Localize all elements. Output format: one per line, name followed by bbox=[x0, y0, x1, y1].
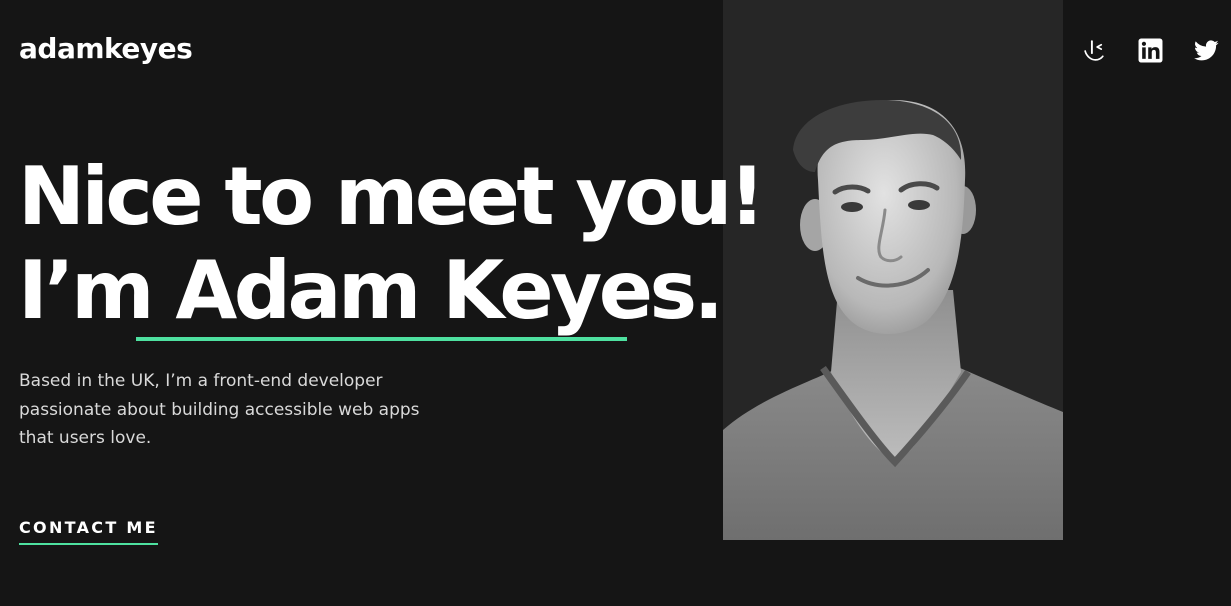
hero-heading-line-2: I’m Adam Keyes. bbox=[18, 244, 762, 338]
portrait-illustration bbox=[723, 0, 1063, 540]
site-logo[interactable]: adamkeyes bbox=[19, 32, 193, 65]
profile-photo bbox=[723, 0, 1063, 540]
linkedin-link[interactable] bbox=[1138, 38, 1163, 63]
portfolio-page: adamkeyes Nice to meet you! I’m Adam Key… bbox=[0, 0, 1231, 606]
intro-text: Based in the UK, I’m a front-end develop… bbox=[19, 371, 420, 448]
twitter-icon bbox=[1194, 40, 1219, 61]
frontend-mentor-icon bbox=[1084, 40, 1104, 61]
frontend-mentor-link[interactable] bbox=[1082, 38, 1107, 63]
hero-heading-line-1: Nice to meet you! bbox=[18, 150, 765, 243]
hero-heading: Nice to meet you! I’m Adam Keyes. bbox=[18, 150, 765, 338]
hero-heading-prefix: I’m bbox=[18, 244, 176, 337]
name-underline bbox=[136, 337, 627, 341]
twitter-link[interactable] bbox=[1194, 38, 1219, 63]
hero-name: Adam Keyes. bbox=[175, 244, 724, 337]
contact-me-link[interactable]: CONTACT ME bbox=[19, 518, 158, 545]
linkedin-icon bbox=[1138, 38, 1163, 63]
